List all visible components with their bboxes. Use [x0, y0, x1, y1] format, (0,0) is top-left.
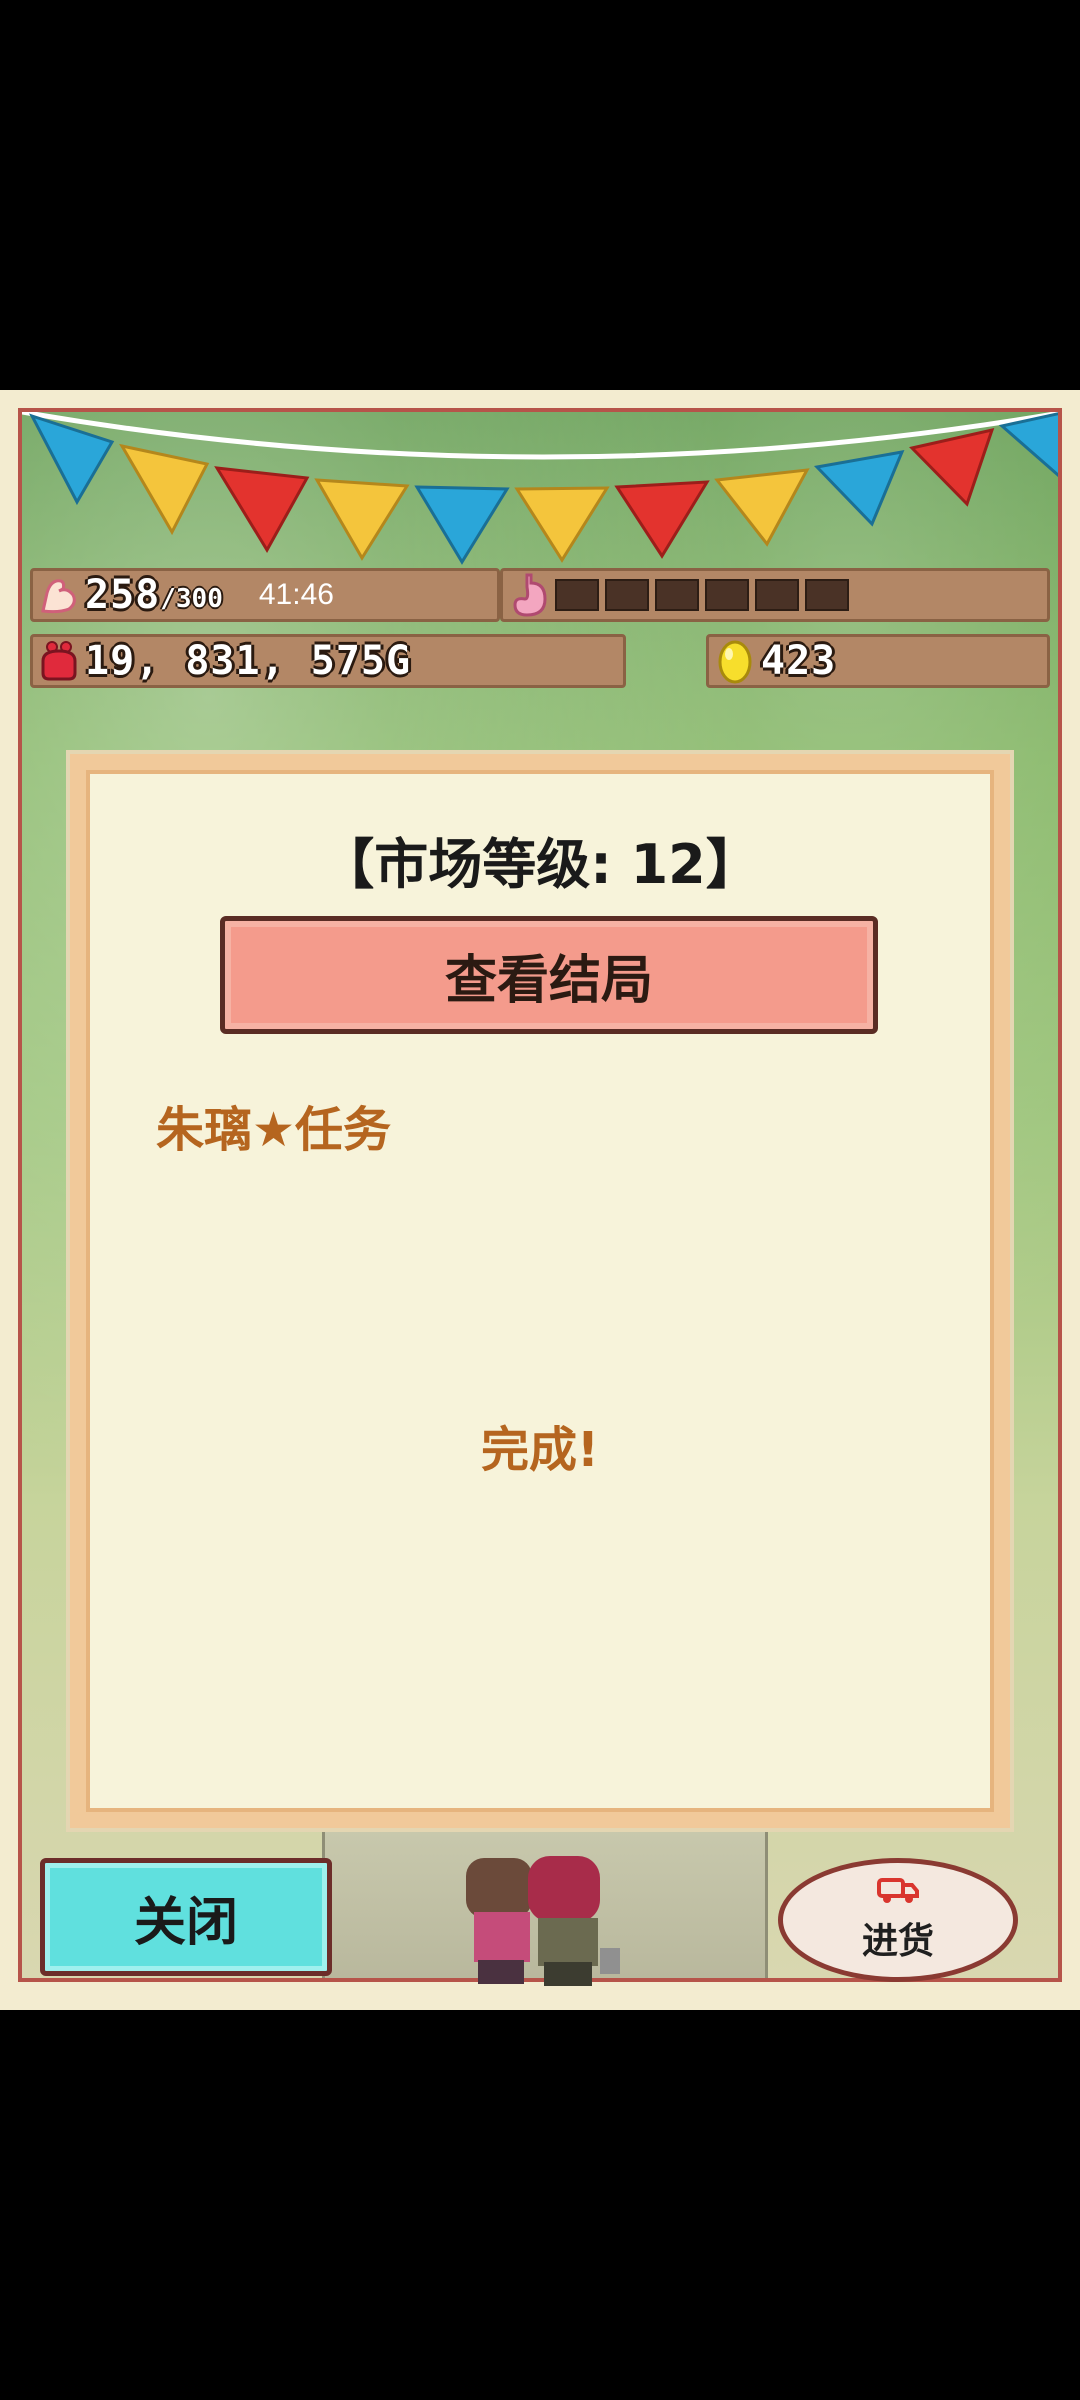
hunger-cell [755, 579, 799, 611]
eggs-bar: 423 [706, 634, 1050, 688]
close-button[interactable]: 关闭 [40, 1858, 332, 1976]
view-ending-button[interactable]: 查看结局 [220, 916, 878, 1034]
flexing-arm-icon [33, 570, 85, 620]
market-level-dialog: 【市场等级: 12】 查看结局 朱璃★任务 完成! [70, 754, 1010, 1828]
stamina-max: /300 [160, 584, 223, 614]
stamina-timer: 41:46 [258, 578, 334, 611]
hunger-cell [555, 579, 599, 611]
hunger-cell [605, 579, 649, 611]
dialog-title: 【市场等级: 12】 [320, 833, 760, 896]
hunger-cell [805, 579, 849, 611]
stamina-bar: 258 /300 41:46 [30, 568, 500, 622]
quest-label: 朱璃★任务 [156, 1102, 392, 1158]
delivery-truck-icon [876, 1876, 920, 1910]
gold-value: 19, 831, 575G [85, 638, 412, 684]
gold-bar: 19, 831, 575G [30, 634, 626, 688]
hunger-cell [655, 579, 699, 611]
restock-label: 进货 [861, 1921, 934, 1962]
hunger-bar [500, 568, 1050, 622]
golden-egg-icon [709, 636, 761, 686]
stomach-icon [503, 570, 555, 620]
eggs-value: 423 [761, 638, 837, 684]
stamina-value: 258 [85, 572, 161, 618]
hunger-cell [705, 579, 749, 611]
bunting-decoration [22, 412, 1058, 565]
quest-complete-label: 完成! [481, 1422, 599, 1478]
restock-button[interactable]: 进货 [778, 1858, 1018, 1982]
coin-purse-icon [33, 636, 85, 686]
player-characters [466, 1856, 620, 1986]
